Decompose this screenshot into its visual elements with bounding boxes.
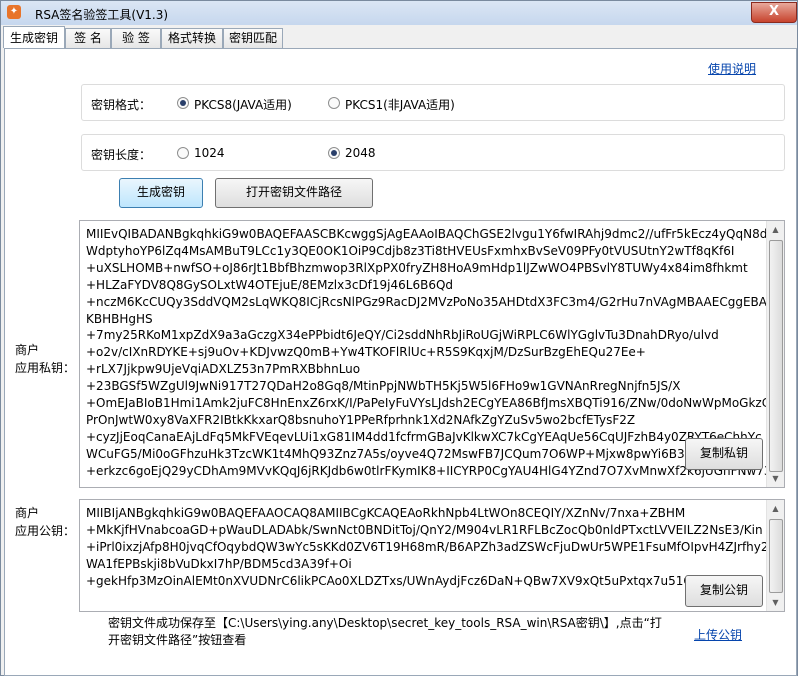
key-format-group: 密钥格式： PKCS8(JAVA适用) PKCS1(非JAVA适用) [81, 84, 785, 121]
private-key-scrollbar[interactable]: ▲ ▼ [766, 221, 784, 487]
key-text-line: MIIBIjANBgkqhkiG9w0BAQEFAAOCAQ8AMIIBCgKC… [86, 506, 686, 520]
tab-format-convert[interactable]: 格式转换 [161, 28, 223, 48]
public-key-text: MIIBIjANBgkqhkiG9w0BAQEFAAOCAQ8AMIIBCgKC… [86, 505, 785, 590]
scroll-down-icon[interactable]: ▼ [767, 470, 784, 487]
key-text-line: +uXSLHOMB+nwfSO+oJ86rJt1BbfBhzmwop3RlXpP… [86, 260, 748, 275]
key-text-line: PrOnJwtW0xy8VaXFR2IBtkKkxarQ8bsnuhoY1PPe… [86, 412, 636, 427]
key-text-line: WA1fEPBskji8bVuDkxI7hP/BDM5cd3A39f+Oi [86, 556, 352, 571]
key-text-line: +OmEJaBIoB1Hmi1Amk2juFC8HnEnxZ6rxK/I/PaP… [86, 396, 775, 411]
status-message: 密钥文件成功保存至【C:\Users\ying.any\Desktop\secr… [108, 616, 662, 647]
tab-sign[interactable]: 签 名 [65, 28, 111, 48]
scroll-up-icon[interactable]: ▲ [767, 500, 784, 517]
app-window: ✦ RSA签名验签工具(V1.3) X 生成密钥 签 名 验 签 格式转换 密钥… [0, 0, 798, 676]
key-text-line: +o2v/cIXnRDYKE+sj9uOv+KDJvwzQ0mB+Yw4TKOF… [86, 345, 646, 360]
app-logo-icon: ✦ [7, 5, 21, 19]
radio-2048-label[interactable]: 2048 [345, 146, 376, 160]
open-key-path-button[interactable]: 打开密钥文件路径 [215, 178, 373, 208]
key-text-line: +iPrl0ixzjAfp8H0jvqCfOqybdQW3wYc5sKKd0ZV… [86, 539, 785, 554]
key-text-line: +MkKjfHVnabcoaGD+pWauDLADAbk/SwnNct0BNDi… [86, 522, 763, 537]
key-text-line: WdptyhoYP6lZq4MsAMBuT9LCc1y3QE0OK1OiP9Cd… [86, 243, 735, 258]
private-key-label-line2: 应用私钥： [15, 361, 76, 375]
title-bar: ✦ RSA签名验签工具(V1.3) X [1, 1, 797, 25]
tab-key-match[interactable]: 密钥匹配 [223, 28, 283, 48]
key-text-line: +nczM6KcCUQy3SddVQM2sLqWKQ8ICjRcsNlPGz9R… [86, 294, 771, 309]
key-text-line: MIIEvQIBADANBgkqhkiG9w0BAQEFAASCBKcwggSj… [86, 227, 768, 241]
radio-pkcs8-label[interactable]: PKCS8(JAVA适用) [194, 96, 292, 113]
public-key-label-line2: 应用公钥： [15, 524, 76, 538]
key-text-line: +7my25RKoM1xpZdX9a3aGczgX34ePPbidt6JeQY/… [86, 328, 719, 343]
key-text-line: +cyzJjEoqCanaEAjLdFq5MkFVEqevLUi1xG81IM4… [86, 429, 762, 444]
scroll-thumb[interactable] [769, 519, 783, 593]
key-length-label: 密钥长度： [91, 148, 152, 162]
copy-public-key-button[interactable]: 复制公钥 [685, 575, 763, 607]
radio-1024-label[interactable]: 1024 [194, 146, 225, 160]
help-link[interactable]: 使用说明 [708, 60, 756, 77]
copy-private-key-button[interactable]: 复制私钥 [685, 438, 763, 470]
public-key-textarea[interactable]: MIIBIjANBgkqhkiG9w0BAQEFAAOCAQ8AMIIBCgKC… [79, 499, 785, 612]
radio-pkcs1-label[interactable]: PKCS1(非JAVA适用) [345, 96, 455, 113]
key-text-line: WCuFG5/Mi0oGFhzuHk3TzcWK1t4MhQ93Znz7A5s/… [86, 446, 757, 461]
radio-pkcs8[interactable] [177, 97, 189, 109]
upload-public-key-link[interactable]: 上传公钥 [694, 626, 742, 643]
scroll-up-icon[interactable]: ▲ [767, 221, 784, 238]
key-text-line: +gekHfp3MzOinAlEMt0nXVUDNrC6likPCAo0XLDZ… [86, 573, 740, 588]
key-length-group: 密钥长度： 1024 2048 [81, 134, 785, 171]
tab-generate-key[interactable]: 生成密钥 [3, 26, 65, 48]
radio-2048[interactable] [328, 147, 340, 159]
key-text-line: KBHBHgHS [86, 311, 153, 326]
radio-1024[interactable] [177, 147, 189, 159]
public-key-label-line1: 商户 [15, 506, 40, 520]
key-text-line: +HLZaFYDV8Q8GySOLxtW4OTEjuE/8EMzlx3cDf19… [86, 277, 454, 292]
key-text-line: +erkzc6goEjQ29yCDhAm9MVvKQqJ6jRKJdb6w0tl… [86, 463, 785, 478]
generate-key-button[interactable]: 生成密钥 [119, 178, 203, 208]
public-key-scrollbar[interactable]: ▲ ▼ [766, 500, 784, 611]
scroll-thumb[interactable] [769, 240, 783, 472]
private-key-textarea[interactable]: MIIEvQIBADANBgkqhkiG9w0BAQEFAASCBKcwggSj… [79, 220, 785, 488]
private-key-text: MIIEvQIBADANBgkqhkiG9w0BAQEFAASCBKcwggSj… [86, 226, 785, 480]
window-title: RSA签名验签工具(V1.3) [35, 8, 169, 22]
private-key-label-line1: 商户 [15, 343, 40, 357]
key-format-label: 密钥格式： [91, 98, 152, 112]
key-text-line: +rLX7Jjkpw9UjeVqiADXLZ53n7PmRXBbhnLuo [86, 362, 361, 377]
tab-verify[interactable]: 验 签 [111, 28, 161, 48]
scroll-down-icon[interactable]: ▼ [767, 594, 784, 611]
close-button[interactable]: X [751, 2, 797, 23]
key-text-line: +23BGSf5WZgUl9JwNi917T27QDaH2o8Gq8/MtinP… [86, 379, 681, 394]
radio-pkcs1[interactable] [328, 97, 340, 109]
